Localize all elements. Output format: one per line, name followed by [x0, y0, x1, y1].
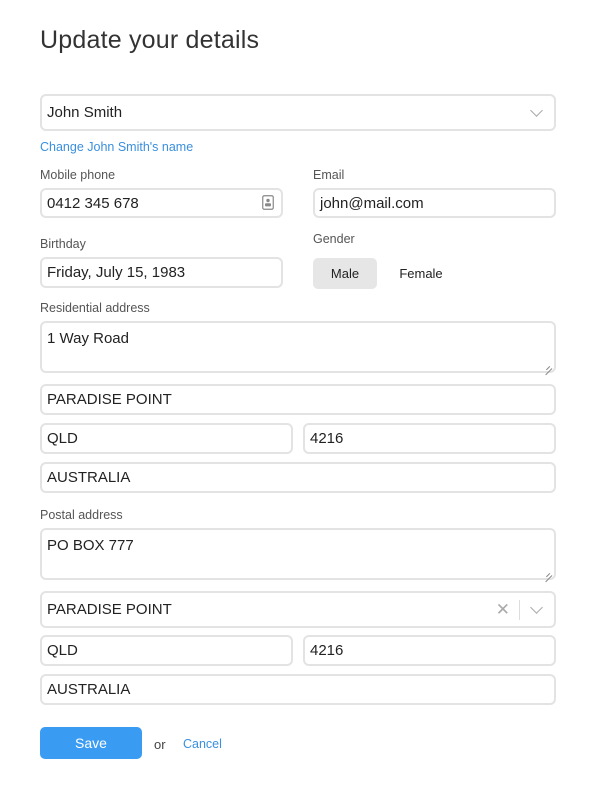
person-select-value: John Smith	[47, 104, 123, 121]
birthday-field[interactable]: Friday, July 15, 1983	[40, 257, 283, 288]
phone-value: 0412 345 678	[47, 194, 139, 212]
page-title: Update your details	[40, 26, 260, 54]
residential-address-label: Residential address	[40, 301, 150, 315]
postal-state-field[interactable]: QLD	[40, 635, 293, 666]
select-divider	[519, 600, 520, 620]
residential-country-field[interactable]: AUSTRALIA	[40, 462, 556, 493]
postal-country-value: AUSTRALIA	[47, 681, 131, 698]
cancel-link[interactable]: Cancel	[183, 737, 222, 751]
residential-postcode-value: 4216	[310, 430, 344, 447]
residential-suburb-value: PARADISE POINT	[47, 391, 172, 408]
clear-icon[interactable]: ✕	[496, 601, 510, 618]
change-name-link[interactable]: Change John Smith's name	[40, 140, 193, 154]
phone-field[interactable]: 0412 345 678	[40, 188, 283, 218]
gender-male-button[interactable]: Male	[313, 258, 377, 289]
postal-suburb-select[interactable]: PARADISE POINT ✕	[40, 591, 556, 628]
postal-postcode-field[interactable]: 4216	[303, 635, 556, 666]
resize-handle-icon[interactable]	[544, 361, 552, 369]
residential-state-field[interactable]: QLD	[40, 423, 293, 454]
person-select[interactable]: John Smith	[40, 94, 556, 131]
email-field[interactable]: john@mail.com	[313, 188, 556, 218]
residential-postcode-field[interactable]: 4216	[303, 423, 556, 454]
residential-state-value: QLD	[47, 430, 78, 447]
chevron-down-icon[interactable]	[530, 601, 543, 614]
residential-street-field[interactable]: 1 Way Road	[40, 321, 556, 373]
chevron-down-icon[interactable]	[530, 104, 543, 117]
residential-country-value: AUSTRALIA	[47, 469, 131, 486]
resize-handle-icon[interactable]	[544, 568, 552, 576]
email-value: john@mail.com	[320, 194, 424, 212]
birthday-value: Friday, July 15, 1983	[47, 264, 186, 281]
postal-country-field[interactable]: AUSTRALIA	[40, 674, 556, 705]
postal-street-field[interactable]: PO BOX 777	[40, 528, 556, 580]
postal-postcode-value: 4216	[310, 642, 344, 659]
residential-street-value: 1 Way Road	[47, 330, 129, 347]
email-label: Email	[313, 168, 345, 182]
postal-address-label: Postal address	[40, 508, 123, 522]
or-text: or	[154, 737, 166, 752]
contact-card-icon[interactable]	[262, 195, 274, 210]
gender-female-button[interactable]: Female	[389, 258, 453, 289]
save-button[interactable]: Save	[40, 727, 142, 759]
postal-state-value: QLD	[47, 642, 78, 659]
postal-suburb-value: PARADISE POINT	[47, 601, 172, 618]
postal-street-value: PO BOX 777	[47, 537, 134, 554]
gender-label: Gender	[313, 232, 355, 246]
residential-suburb-field[interactable]: PARADISE POINT	[40, 384, 556, 415]
phone-label: Mobile phone	[40, 168, 116, 182]
birthday-label: Birthday	[40, 237, 86, 251]
